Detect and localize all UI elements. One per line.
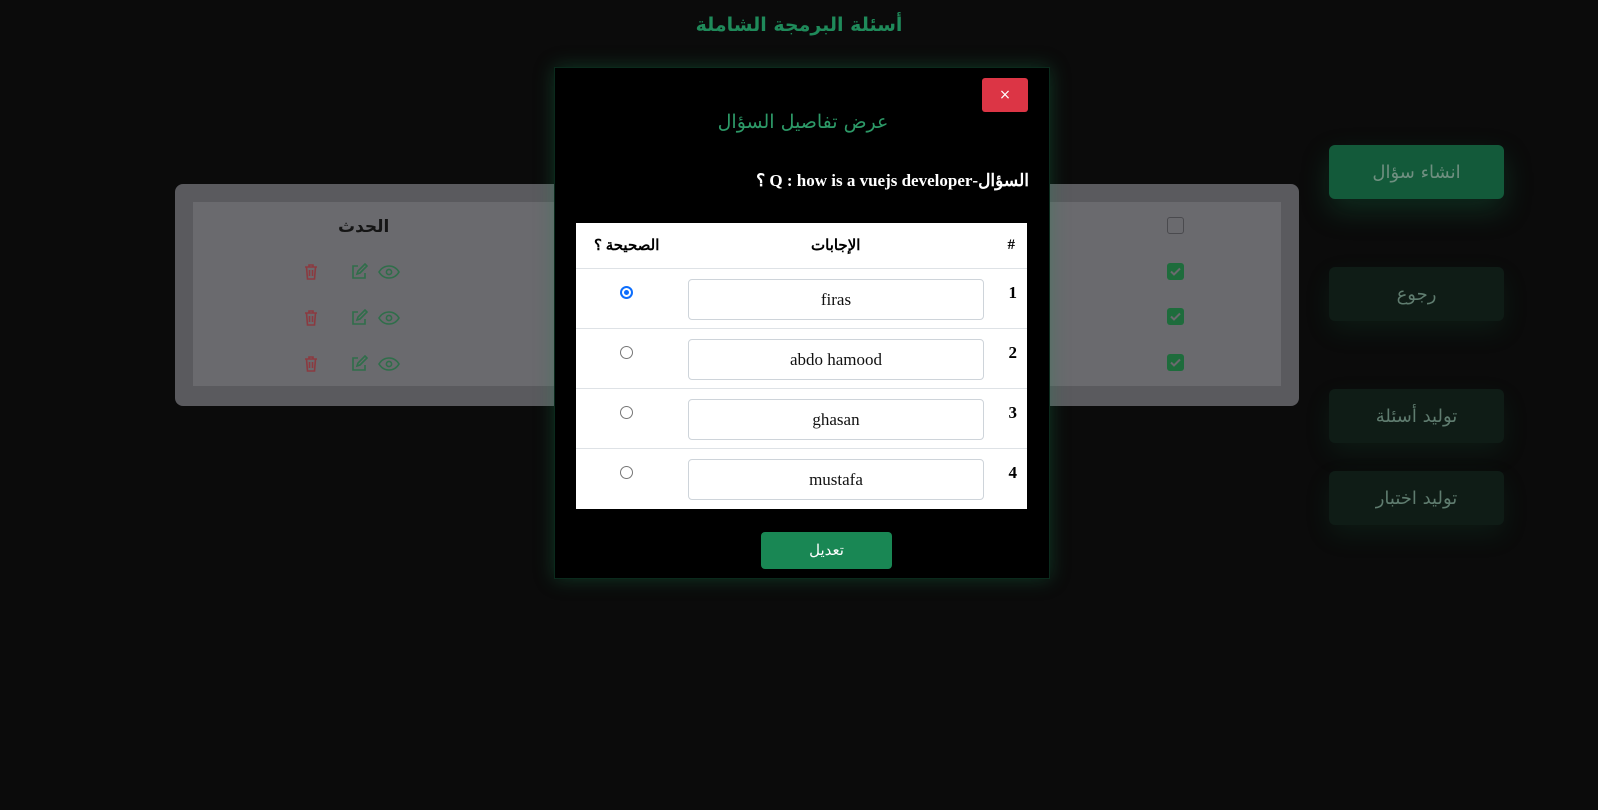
correct-radio[interactable] xyxy=(620,346,633,359)
edit-icon[interactable] xyxy=(347,354,371,374)
row-checkbox[interactable] xyxy=(1167,263,1184,280)
delete-icon[interactable] xyxy=(299,308,323,328)
create-question-button[interactable]: انشاء سؤال xyxy=(1329,145,1504,199)
row-checkbox[interactable] xyxy=(1167,308,1184,325)
answer-field[interactable]: abdo hamood xyxy=(688,339,984,380)
correct-radio[interactable] xyxy=(620,286,633,299)
answer-field[interactable]: ghasan xyxy=(688,399,984,440)
question-text: السؤال-Q : how is a vuejs developer ؟ xyxy=(756,171,1029,190)
select-all-checkbox[interactable] xyxy=(1167,217,1184,234)
answers-column-header: الإجابات xyxy=(811,238,861,254)
index-column-header: # xyxy=(1007,237,1016,253)
correct-radio[interactable] xyxy=(620,466,633,479)
answer-index: 4 xyxy=(1008,463,1018,482)
edit-icon[interactable] xyxy=(347,308,371,328)
table-row: 2 abdo hamood xyxy=(576,328,1027,388)
back-button[interactable]: رجوع xyxy=(1329,267,1504,321)
view-icon[interactable] xyxy=(377,308,401,328)
table-row: 1 firas xyxy=(576,268,1027,328)
close-button[interactable]: × xyxy=(982,78,1028,112)
view-icon[interactable] xyxy=(377,262,401,282)
answer-field[interactable]: firas xyxy=(688,279,984,320)
table-row: 3 ghasan xyxy=(576,388,1027,448)
modal-title: عرض تفاصيل السؤال xyxy=(717,111,889,133)
generate-questions-button[interactable]: توليد أسئلة xyxy=(1329,389,1504,443)
check-icon xyxy=(1170,358,1181,367)
close-icon: × xyxy=(999,87,1011,103)
delete-icon[interactable] xyxy=(299,354,323,374)
edit-button[interactable]: تعديل xyxy=(761,532,892,569)
row-checkbox[interactable] xyxy=(1167,354,1184,371)
answer-index: 3 xyxy=(1008,403,1018,422)
view-icon[interactable] xyxy=(377,354,401,374)
correct-column-header: الصحيحة ؟ xyxy=(594,238,660,254)
table-row-actions xyxy=(299,308,401,328)
answer-field[interactable]: mustafa xyxy=(688,459,984,500)
actions-column-header: الحدث xyxy=(338,217,390,237)
table-row: 4 mustafa xyxy=(576,448,1027,508)
question-details-modal: × عرض تفاصيل السؤال السؤال-Q : how is a … xyxy=(554,67,1050,579)
edit-icon[interactable] xyxy=(347,262,371,282)
check-icon xyxy=(1170,312,1181,321)
delete-icon[interactable] xyxy=(299,262,323,282)
answer-index: 2 xyxy=(1008,343,1018,362)
table-row-actions xyxy=(299,262,401,282)
answers-table: # الإجابات الصحيحة ؟ 1 firas 2 abdo hamo… xyxy=(576,223,1027,509)
table-row-actions xyxy=(299,354,401,374)
page-title: أسئلة البرمجة الشاملة xyxy=(695,14,903,36)
answer-index: 1 xyxy=(1008,283,1018,302)
correct-radio[interactable] xyxy=(620,406,633,419)
generate-exam-button[interactable]: توليد اختبار xyxy=(1329,471,1504,525)
check-icon xyxy=(1170,267,1181,276)
